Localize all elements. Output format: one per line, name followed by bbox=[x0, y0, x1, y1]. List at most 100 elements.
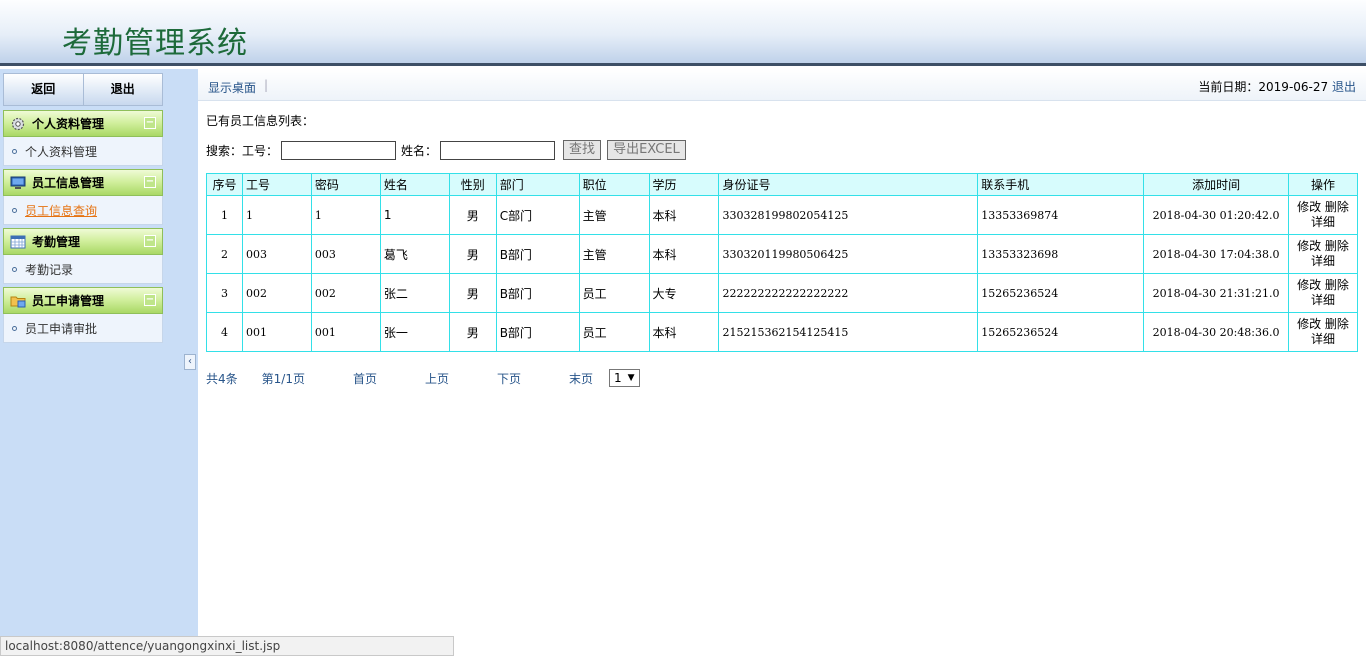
search-label: 搜索： bbox=[206, 143, 243, 158]
cell-added: 2018-04-30 17:04:38.0 bbox=[1143, 234, 1290, 274]
page-select[interactable]: 1 ▼ bbox=[609, 369, 640, 387]
cell-added: 2018-04-30 21:31:21.0 bbox=[1143, 273, 1290, 313]
cell-idcard: 215215362154125415 bbox=[718, 312, 979, 352]
bullet-icon bbox=[12, 266, 17, 272]
bullet-icon bbox=[12, 148, 17, 154]
collapse-icon[interactable]: − bbox=[144, 294, 156, 306]
first-page-link[interactable]: 首页 bbox=[353, 370, 377, 387]
cell-phone: 13353323698 bbox=[977, 234, 1145, 274]
cell-actions: 修改 删除 详细 bbox=[1288, 312, 1358, 352]
cell-name: 张一 bbox=[379, 312, 450, 352]
back-button[interactable]: 返回 bbox=[3, 73, 84, 106]
cell-phone: 13353369874 bbox=[977, 195, 1145, 235]
bullet-icon bbox=[12, 325, 17, 331]
sidebar-item-request-approval[interactable]: 员工申请审批 bbox=[25, 320, 97, 337]
find-button[interactable]: 查找 bbox=[563, 140, 602, 160]
cell-idcard: 222222222222222222 bbox=[718, 273, 979, 313]
date-label: 当前日期： bbox=[1198, 80, 1259, 94]
col-header-dept: 部门 bbox=[495, 173, 580, 196]
panel-header-attendance[interactable]: 考勤管理 − bbox=[3, 228, 163, 255]
panel-employee-requests: 员工申请管理 − 员工申请审批 bbox=[3, 287, 163, 343]
page-select-value: 1 bbox=[614, 371, 622, 385]
current-date: 2019-06-27 bbox=[1258, 80, 1329, 94]
cell-seq: 2 bbox=[206, 234, 243, 274]
table-row: 2 003 003 葛飞男 B部门 主管 本科 330320119980506425 13353… bbox=[206, 234, 1358, 274]
sidebar-item-employee-query[interactable]: 员工信息查询 bbox=[25, 202, 97, 219]
cell-password: 1 bbox=[310, 195, 381, 235]
cell-name: 1 bbox=[379, 195, 450, 235]
col-header-added: 添加时间 bbox=[1143, 173, 1290, 196]
panel-body: 个人资料管理 bbox=[3, 137, 163, 166]
panel-header-employee-requests[interactable]: 员工申请管理 − bbox=[3, 287, 163, 314]
panel-header-personal-info[interactable]: 个人资料管理 − bbox=[3, 110, 163, 137]
monitor-icon bbox=[9, 175, 27, 191]
sidebar-item-attendance-records[interactable]: 考勤记录 bbox=[25, 261, 73, 278]
delete-link[interactable]: 删除 bbox=[1325, 239, 1349, 253]
panel-title: 考勤管理 bbox=[32, 235, 81, 249]
edit-link[interactable]: 修改 bbox=[1297, 239, 1321, 253]
edit-link[interactable]: 修改 bbox=[1297, 278, 1321, 292]
app-title: 考勤管理系统 bbox=[62, 26, 248, 61]
cell-added: 2018-04-30 01:20:42.0 bbox=[1143, 195, 1290, 235]
sidebar: 返回 退出 个人资料管理 − 个人资料管理 员工信息管理 − 员工信息查询 考勤… bbox=[0, 69, 198, 656]
cell-password: 002 bbox=[310, 273, 381, 313]
cell-dept: B部门 bbox=[495, 234, 580, 274]
cell-idcard: 330320119980506425 bbox=[718, 234, 979, 274]
exit-button[interactable]: 退出 bbox=[83, 73, 163, 106]
col-header-seq: 序号 bbox=[206, 173, 243, 196]
employee-id-label: 工号： bbox=[242, 143, 279, 158]
collapse-icon[interactable]: − bbox=[144, 235, 156, 247]
sidebar-collapse-icon[interactable]: ‹ bbox=[184, 354, 196, 370]
page-info: 第1/1页 bbox=[261, 371, 305, 386]
chevron-down-icon: ▼ bbox=[627, 373, 635, 383]
edit-link[interactable]: 修改 bbox=[1297, 317, 1321, 331]
collapse-icon[interactable]: − bbox=[144, 117, 156, 129]
collapse-icon[interactable]: − bbox=[144, 176, 156, 188]
edit-link[interactable]: 修改 bbox=[1297, 200, 1321, 214]
col-header-actions: 操作 bbox=[1288, 173, 1358, 196]
employee-table: 序号 工号 密码 姓名 性别 部门 职位 学历 身份证号 联系手机 添加时间 操… bbox=[206, 173, 1358, 352]
top-bar: 显示桌面 | 当前日期：2019-06-27 退出 bbox=[198, 69, 1366, 101]
date-area: 当前日期：2019-06-27 退出 bbox=[1198, 78, 1356, 95]
name-label: 姓名： bbox=[401, 143, 438, 158]
employee-id-input[interactable] bbox=[281, 140, 397, 160]
cell-idcard: 330328199802054125 bbox=[718, 195, 979, 235]
cell-gender: 男 bbox=[448, 312, 497, 352]
cell-added: 2018-04-30 20:48:36.0 bbox=[1143, 312, 1290, 352]
table-row: 4 001 001 张一男 B部门 员工 本科 215215362154125415 15265… bbox=[206, 312, 1358, 352]
bullet-icon bbox=[12, 207, 17, 213]
name-input[interactable] bbox=[440, 140, 556, 160]
cell-seq: 4 bbox=[206, 312, 243, 352]
col-header-idcard: 身份证号 bbox=[718, 173, 979, 196]
cell-password: 001 bbox=[310, 312, 381, 352]
status-bar-url: localhost:8080/attence/yuangongxinxi_lis… bbox=[0, 636, 454, 656]
sidebar-item-personal-info[interactable]: 个人资料管理 bbox=[25, 143, 97, 160]
panel-body: 员工信息查询 bbox=[3, 196, 163, 225]
cell-name: 张二 bbox=[379, 273, 450, 313]
panel-employee-info: 员工信息管理 − 员工信息查询 bbox=[3, 169, 163, 225]
col-header-phone: 联系手机 bbox=[977, 173, 1145, 196]
delete-link[interactable]: 删除 bbox=[1325, 317, 1349, 331]
detail-link[interactable]: 详细 bbox=[1311, 293, 1335, 307]
detail-link[interactable]: 详细 bbox=[1311, 332, 1335, 346]
gear-icon bbox=[9, 116, 27, 132]
panel-body: 考勤记录 bbox=[3, 255, 163, 284]
next-page-link[interactable]: 下页 bbox=[497, 370, 521, 387]
export-excel-button[interactable]: 导出EXCEL bbox=[607, 140, 686, 160]
logout-link[interactable]: 退出 bbox=[1332, 80, 1356, 94]
cell-gender: 男 bbox=[448, 234, 497, 274]
cell-actions: 修改 删除 详细 bbox=[1288, 195, 1358, 235]
cell-gender: 男 bbox=[448, 273, 497, 313]
delete-link[interactable]: 删除 bbox=[1325, 278, 1349, 292]
detail-link[interactable]: 详细 bbox=[1311, 215, 1335, 229]
cell-phone: 15265236524 bbox=[977, 312, 1145, 352]
col-header-name: 姓名 bbox=[379, 173, 450, 196]
delete-link[interactable]: 删除 bbox=[1325, 200, 1349, 214]
last-page-link[interactable]: 末页 bbox=[569, 370, 593, 387]
cell-dept: B部门 bbox=[495, 273, 580, 313]
prev-page-link[interactable]: 上页 bbox=[425, 370, 449, 387]
detail-link[interactable]: 详细 bbox=[1311, 254, 1335, 268]
panel-personal-info: 个人资料管理 − 个人资料管理 bbox=[3, 110, 163, 166]
show-desktop-link[interactable]: 显示桌面 bbox=[208, 79, 256, 96]
panel-header-employee-info[interactable]: 员工信息管理 − bbox=[3, 169, 163, 196]
